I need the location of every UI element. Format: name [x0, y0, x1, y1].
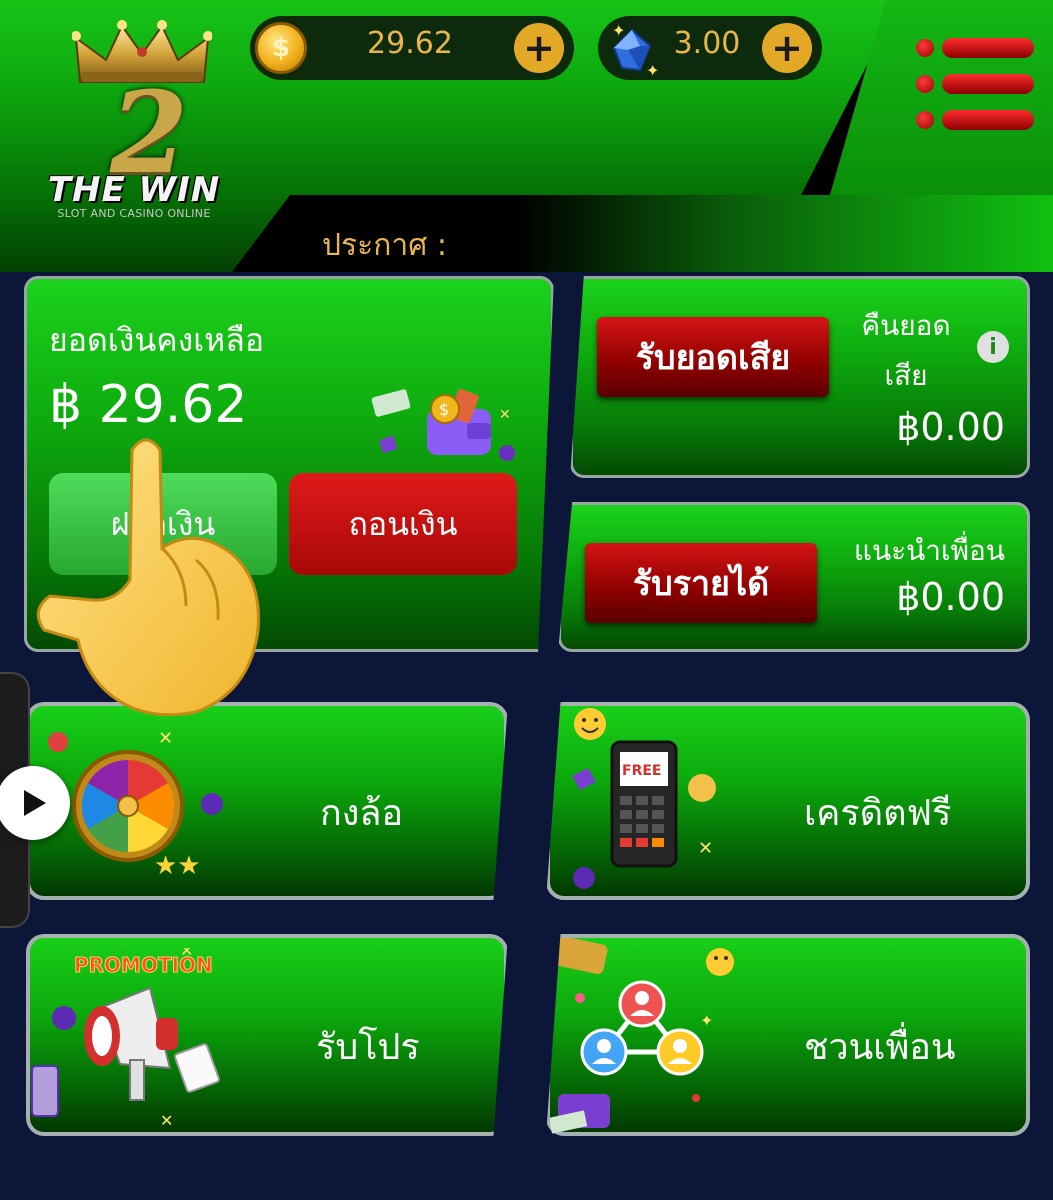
- hamburger-menu-icon[interactable]: [912, 34, 1037, 134]
- balance-label: ยอดเงินคงเหลือ: [49, 321, 265, 359]
- referral-amount: ฿0.00: [896, 575, 1005, 619]
- logo-subtitle: SLOT AND CASINO ONLINE: [57, 207, 211, 220]
- svg-text:✕: ✕: [158, 728, 173, 749]
- withdraw-button[interactable]: ถอนเงิน: [289, 473, 517, 575]
- logo[interactable]: 2 THE WIN SLOT AND CASINO ONLINE: [24, 20, 244, 220]
- svg-text:FREE: FREE: [622, 763, 661, 779]
- svg-text:✕: ✕: [499, 407, 511, 423]
- svg-text:★★: ★★: [154, 851, 201, 881]
- gem-icon: ✦ ✦: [612, 21, 659, 80]
- invite-friends-icon: ✦: [550, 938, 734, 1134]
- megaphone-icon: PROMOTION ✕ ✕: [31, 948, 220, 1130]
- balance-card: ยอดเงินคงเหลือ ฿ 29.62 $ ✕ ฝากเงิน ถอนเง…: [24, 276, 554, 652]
- svg-text:✦: ✦: [612, 21, 625, 40]
- plus-icon: +: [523, 26, 555, 70]
- rebate-card: รับยอดเสีย คืนยอดเสีย i ฿0.00: [570, 276, 1030, 478]
- logo-title: THE WIN: [47, 170, 221, 210]
- claim-rebate-button[interactable]: รับยอดเสีย: [597, 317, 829, 397]
- wallet-icon: $ ✕: [371, 388, 515, 461]
- svg-text:✕: ✕: [160, 1111, 173, 1130]
- referral-card: รับรายได้ แนะนำเพื่อน ฿0.00: [558, 502, 1030, 652]
- plus-icon: +: [771, 26, 803, 70]
- coin-balance-value: 29.62: [367, 26, 453, 61]
- add-coins-button[interactable]: +: [514, 23, 564, 73]
- invite-friends-label: ชวนเพื่อน: [804, 1027, 956, 1068]
- invite-friends-tile[interactable]: ✦ ชวนเพื่อน: [546, 934, 1030, 1136]
- svg-text:✦: ✦: [646, 61, 659, 80]
- balance-value: ฿ 29.62: [49, 375, 248, 435]
- deposit-button[interactable]: ฝากเงิน: [49, 473, 277, 575]
- gem-balance-value: 3.00: [673, 26, 741, 61]
- info-icon[interactable]: i: [977, 331, 1009, 363]
- announcement-label: ประกาศ :: [322, 228, 447, 263]
- svg-text:✦: ✦: [700, 1011, 713, 1030]
- header: 2 THE WIN SLOT AND CASINO ONLINE $ 29.62…: [0, 0, 1053, 272]
- coin-icon: $: [255, 22, 307, 74]
- claim-referral-income-button[interactable]: รับรายได้: [585, 543, 817, 623]
- gem-balance-pill: ✦ ✦ 3.00 +: [598, 16, 822, 80]
- wheel-tile[interactable]: ✕ ★★ กงล้อ: [26, 702, 508, 900]
- svg-text:✕: ✕: [698, 838, 713, 859]
- rebate-title: คืนยอดเสีย: [861, 309, 951, 392]
- add-gems-button[interactable]: +: [762, 23, 812, 73]
- free-credit-label: เครดิตฟรี: [804, 793, 952, 834]
- coin-balance-pill: $ 29.62 +: [250, 16, 574, 80]
- svg-text:$: $: [439, 400, 449, 419]
- svg-text:✕: ✕: [180, 948, 193, 960]
- free-credit-phone-icon: FREE ✕: [572, 708, 716, 889]
- free-credit-tile[interactable]: FREE ✕ เครดิตฟรี: [546, 702, 1030, 900]
- promotion-tile[interactable]: PROMOTION ✕ ✕ รับโปร: [26, 934, 508, 1136]
- rebate-amount: ฿0.00: [896, 405, 1005, 449]
- promotion-label: รับโปร: [316, 1027, 420, 1068]
- wheel-label: กงล้อ: [320, 793, 404, 834]
- referral-title: แนะนำเพื่อน: [853, 534, 1005, 567]
